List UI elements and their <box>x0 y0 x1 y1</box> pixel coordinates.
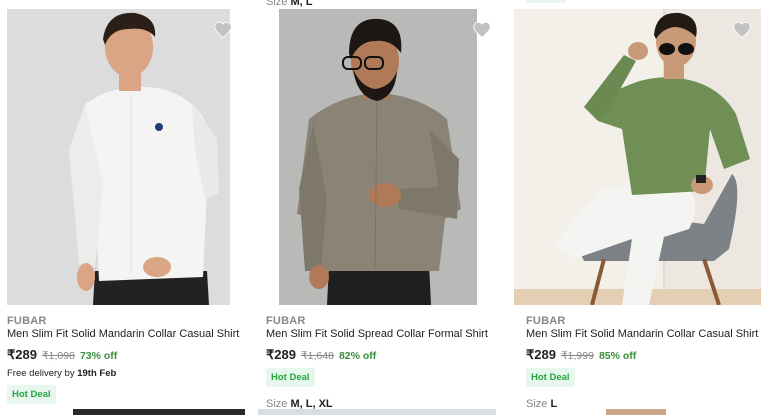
delivery-info: Free delivery by 19th Feb <box>7 368 117 379</box>
discount-percent: 82% off <box>338 350 377 362</box>
product-title[interactable]: Men Slim Fit Solid Mandarin Collar Casua… <box>7 328 239 340</box>
selling-price: ₹289 <box>266 347 296 362</box>
product-card[interactable]: FUBAR Men Slim Fit Solid Mandarin Collar… <box>7 0 249 415</box>
product-brand: FUBAR <box>526 315 566 327</box>
product-title[interactable]: Men Slim Fit Solid Spread Collar Formal … <box>266 328 488 340</box>
product-image[interactable] <box>279 9 477 305</box>
hot-deal-badge: Hot Deal <box>526 368 575 387</box>
hot-deal-badge: Hot Deal <box>266 368 315 387</box>
wishlist-heart-icon[interactable] <box>213 20 233 40</box>
original-price: ₹1,098 <box>41 350 75 362</box>
product-image[interactable] <box>514 9 761 305</box>
product-title[interactable]: Men Slim Fit Solid Mandarin Collar Casua… <box>526 328 758 340</box>
price-row: ₹289 ₹1,098 73% off <box>7 347 117 363</box>
selling-price: ₹289 <box>526 347 556 362</box>
discount-percent: 73% off <box>79 350 118 362</box>
price-row: ₹289 ₹1,648 82% off <box>266 347 376 363</box>
wishlist-heart-icon[interactable] <box>732 20 752 40</box>
discount-percent: 85% off <box>598 350 637 362</box>
next-product-image[interactable] <box>258 409 496 415</box>
product-image[interactable] <box>7 9 230 305</box>
product-card[interactable]: FUBAR Men Slim Fit Solid Spread Collar F… <box>258 0 508 415</box>
original-price: ₹1,648 <box>300 350 334 362</box>
next-product-image[interactable] <box>73 409 245 415</box>
available-sizes: Size L <box>526 398 558 410</box>
price-row: ₹289 ₹1,999 85% off <box>526 347 636 363</box>
product-brand: FUBAR <box>266 315 306 327</box>
selling-price: ₹289 <box>7 347 37 362</box>
original-price: ₹1,999 <box>560 350 594 362</box>
next-product-image[interactable] <box>606 409 666 415</box>
product-brand: FUBAR <box>7 315 47 327</box>
hot-deal-badge: Hot Deal <box>7 385 56 404</box>
wishlist-heart-icon[interactable] <box>472 20 492 40</box>
product-card[interactable]: FUBAR Men Slim Fit Solid Mandarin Collar… <box>514 0 768 415</box>
